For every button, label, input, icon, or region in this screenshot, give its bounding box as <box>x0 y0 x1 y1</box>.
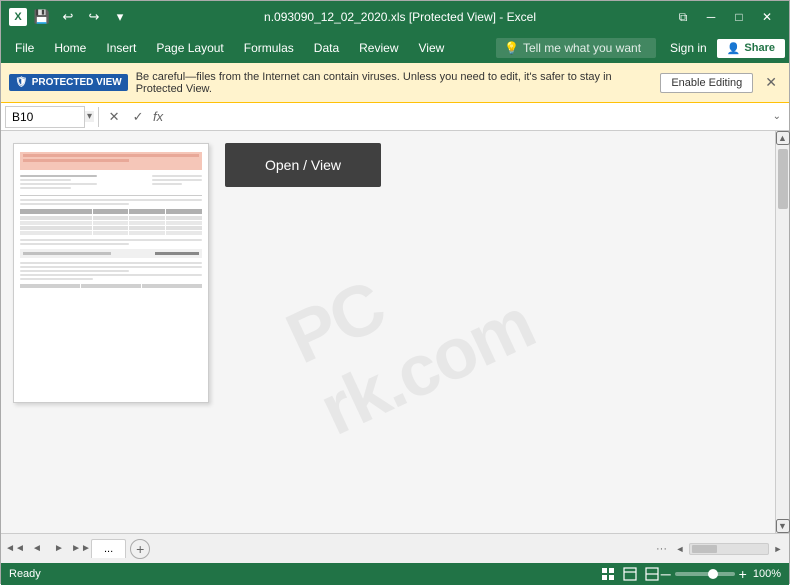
minimize-window-btn[interactable]: ─ <box>697 3 725 31</box>
quick-access: X 💾 ↩ ↪ ▾ <box>9 6 131 28</box>
formula-cancel-btn[interactable]: ✕ <box>103 106 125 128</box>
protected-view-badge: 🛡 PROTECTED VIEW <box>9 74 128 91</box>
vertical-scrollbar[interactable]: ▲ ▼ <box>775 131 789 533</box>
doc-address-area <box>20 173 202 191</box>
doc-table-row <box>20 216 202 220</box>
fx-label: fx <box>149 109 167 124</box>
zoom-level: 100% <box>753 568 781 580</box>
page-break-view-btn[interactable] <box>643 565 661 583</box>
normal-view-btn[interactable] <box>599 565 617 583</box>
add-sheet-button[interactable]: + <box>130 539 150 559</box>
menu-data[interactable]: Data <box>304 37 349 59</box>
protected-view-message: Be careful—files from the Internet can c… <box>136 71 653 95</box>
status-bar: Ready ─ + 100% <box>1 563 789 585</box>
h-scroll-thumb <box>692 545 717 553</box>
menu-home[interactable]: Home <box>44 37 96 59</box>
sign-in-button[interactable]: Sign in <box>664 37 713 59</box>
restore-window-btn[interactable]: ⧉ <box>669 3 697 31</box>
name-box-value: B10 <box>12 110 33 124</box>
maximize-window-btn[interactable]: □ <box>725 3 753 31</box>
zoom-controls: ─ + 100% <box>661 567 781 581</box>
view-controls <box>599 565 661 583</box>
formula-bar: B10 ▾ ✕ ✓ fx ⌄ <box>1 103 789 131</box>
tell-me-placeholder: Tell me what you want <box>523 41 641 55</box>
tell-me-input[interactable]: 💡 Tell me what you want <box>496 38 656 58</box>
title-bar: X 💾 ↩ ↪ ▾ n.093090_12_02_2020.xls [Prote… <box>1 1 789 33</box>
sheet-nav-next[interactable]: ► <box>49 539 69 559</box>
sheet-content: PCrk.com <box>1 131 775 533</box>
document-preview <box>13 143 209 403</box>
menu-review[interactable]: Review <box>349 37 408 59</box>
menu-page-layout[interactable]: Page Layout <box>146 37 233 59</box>
doc-amount-due <box>20 249 202 258</box>
close-window-btn[interactable]: ✕ <box>753 3 781 31</box>
main-area: PCrk.com <box>1 131 789 533</box>
doc-header-strip <box>20 152 202 170</box>
zoom-slider-thumb <box>708 569 718 579</box>
window-controls: ⧉ ─ □ ✕ <box>669 3 781 31</box>
zoom-slider[interactable] <box>675 572 735 576</box>
menu-formulas[interactable]: Formulas <box>234 37 304 59</box>
formula-input[interactable] <box>167 106 768 128</box>
redo-quick-btn[interactable]: ↪ <box>83 6 105 28</box>
sheet-tab-ellipsis[interactable]: ... <box>91 539 126 558</box>
undo-quick-btn[interactable]: ↩ <box>57 6 79 28</box>
share-label: Share <box>744 42 775 54</box>
excel-app-icon: X <box>9 8 27 26</box>
sheet-nav-last[interactable]: ►► <box>71 539 91 559</box>
protected-view-bar: 🛡 PROTECTED VIEW Be careful—files from t… <box>1 63 789 103</box>
sheet-nav-prev[interactable]: ◄ <box>27 539 47 559</box>
share-button[interactable]: 👤 Share <box>717 39 785 58</box>
scroll-right-btn[interactable]: ► <box>771 542 785 556</box>
share-icon: 👤 <box>727 42 741 55</box>
shield-icon: 🛡 <box>15 77 28 88</box>
menu-insert[interactable]: Insert <box>96 37 146 59</box>
scroll-thumb-v[interactable] <box>778 149 788 209</box>
scroll-track-v[interactable] <box>777 145 789 519</box>
protected-view-label: PROTECTED VIEW <box>32 77 122 88</box>
lightbulb-icon: 💡 <box>504 41 519 55</box>
title-center: n.093090_12_02_2020.xls [Protected View]… <box>131 10 669 24</box>
zoom-out-btn[interactable]: ─ <box>661 567 671 581</box>
name-box-dropdown[interactable]: ▾ <box>85 111 94 122</box>
sheet-nav-first[interactable]: ◄◄ <box>5 539 25 559</box>
formula-confirm-btn[interactable]: ✓ <box>127 106 149 128</box>
window-title: n.093090_12_02_2020.xls [Protected View]… <box>264 10 536 24</box>
save-quick-btn[interactable]: 💾 <box>31 6 53 28</box>
menu-bar: File Home Insert Page Layout Formulas Da… <box>1 33 789 63</box>
name-box[interactable]: B10 <box>5 106 85 128</box>
scroll-up-btn[interactable]: ▲ <box>776 131 790 145</box>
enable-editing-button[interactable]: Enable Editing <box>660 73 753 93</box>
menu-file[interactable]: File <box>5 37 44 59</box>
menu-view[interactable]: View <box>409 37 455 59</box>
formula-separator <box>98 107 99 127</box>
scroll-left-btn[interactable]: ◄ <box>673 542 687 556</box>
protected-view-close-button[interactable]: ✕ <box>761 72 781 93</box>
zoom-in-btn[interactable]: + <box>739 567 747 581</box>
formula-expand-icon[interactable]: ⌄ <box>769 111 785 122</box>
formula-buttons: ✕ ✓ <box>103 106 149 128</box>
h-scroll-track[interactable] <box>689 543 769 555</box>
more-options-btn[interactable]: ··· <box>652 543 671 555</box>
doc-footer-table <box>20 284 202 288</box>
status-text: Ready <box>9 568 41 580</box>
quick-access-dropdown[interactable]: ▾ <box>109 6 131 28</box>
sheet-navigation: ◄◄ ◄ ► ►► <box>5 539 91 559</box>
watermark: PCrk.com <box>275 213 545 451</box>
open-view-button[interactable]: Open / View <box>225 143 381 187</box>
doc-content <box>20 199 202 288</box>
page-layout-view-btn[interactable] <box>621 565 639 583</box>
sheet-area: PCrk.com <box>1 131 775 533</box>
h-scroll-controls: ··· ◄ ► <box>652 542 785 556</box>
bottom-bar: ◄◄ ◄ ► ►► ... + ··· ◄ ► <box>1 533 789 563</box>
scroll-down-btn[interactable]: ▼ <box>776 519 790 533</box>
